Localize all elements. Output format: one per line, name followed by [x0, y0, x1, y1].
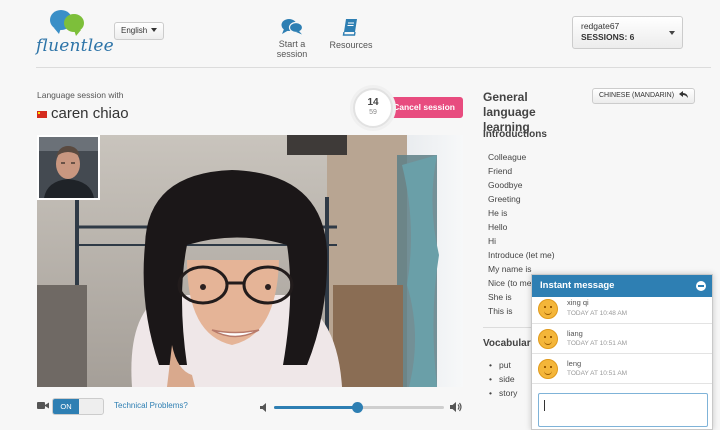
lesson-language-button[interactable]: CHINESE (MANDARIN)	[592, 88, 696, 104]
list-item[interactable]: put	[489, 358, 517, 372]
instant-message-panel: Instant message xing qi TODAY AT 10:48 A…	[531, 274, 713, 430]
message-item: leng TODAY AT 10:51 AM	[532, 354, 712, 384]
logo-bubble-green	[64, 14, 84, 36]
message-list[interactable]: xing qi TODAY AT 10:48 AM liang TODAY AT…	[532, 297, 712, 389]
nav-resources[interactable]: Resources	[328, 18, 374, 50]
message-time: TODAY AT 10:51 AM	[567, 370, 628, 377]
camera-toggle-on: ON	[53, 399, 79, 414]
message-time: TODAY AT 10:51 AM	[567, 340, 628, 347]
volume-fill	[274, 406, 358, 409]
language-selector[interactable]: English	[114, 22, 165, 40]
message-time: TODAY AT 10:48 AM	[567, 310, 628, 317]
self-video-frame	[39, 137, 98, 198]
list-item[interactable]: story	[489, 386, 517, 400]
list-item[interactable]: Colleague	[488, 150, 555, 164]
session-timer: 14 59	[353, 88, 393, 128]
nav-start-session-label: Start a session	[276, 39, 308, 59]
nav-resources-label: Resources	[329, 40, 373, 50]
list-item[interactable]: Hello	[488, 220, 555, 234]
list-item[interactable]: side	[489, 372, 517, 386]
message-item: liang TODAY AT 10:51 AM	[532, 324, 712, 354]
header: fluentlee English Start a session Resour…	[0, 0, 720, 68]
message-sender: leng	[567, 359, 582, 368]
volume-slider-handle[interactable]	[352, 402, 364, 413]
username: redgate67	[581, 21, 620, 31]
list-item[interactable]: Friend	[488, 164, 555, 178]
technical-problems-link[interactable]: Technical Problems?	[114, 401, 188, 410]
language-selector-label: English	[121, 26, 148, 35]
fluentlee-logo[interactable]: fluentlee	[36, 8, 114, 58]
list-item[interactable]: Goodbye	[488, 178, 555, 192]
partner-name: caren chiao	[51, 105, 129, 122]
timer-minutes: 14	[367, 97, 379, 108]
volume-high-icon[interactable]	[450, 401, 463, 413]
header-divider	[36, 67, 711, 68]
vocabulary-heading: Vocabulary	[483, 338, 537, 349]
caret-down-icon	[151, 28, 158, 32]
self-video-preview	[37, 135, 100, 200]
smiley-avatar-icon	[538, 299, 558, 319]
reply-arrow-icon	[679, 91, 689, 98]
user-menu[interactable]: redgate67 SESSIONS: 6	[572, 16, 683, 49]
logo-wordmark: fluentlee	[36, 36, 114, 56]
sessions-count: SESSIONS: 6	[581, 32, 635, 42]
introductions-heading: Introductions	[483, 129, 547, 140]
smiley-avatar-icon	[538, 359, 558, 379]
list-item[interactable]: Introduce (let me)	[488, 248, 555, 262]
volume-slider[interactable]	[274, 402, 444, 413]
book-icon	[342, 19, 357, 36]
message-sender: xing qi	[567, 298, 589, 307]
list-item[interactable]: Greeting	[488, 192, 555, 206]
message-sender: liang	[567, 329, 583, 338]
vocabulary-list: put side story	[489, 358, 517, 400]
lesson-language-label: CHINESE (MANDARIN)	[599, 92, 675, 99]
minimize-icon[interactable]	[696, 281, 706, 291]
camera-toggle[interactable]: ON	[52, 398, 104, 415]
video-camera-icon[interactable]	[37, 401, 49, 410]
partner-video-frame	[37, 135, 463, 387]
volume-low-icon[interactable]	[260, 403, 269, 412]
timer-seconds: 59	[369, 109, 377, 116]
message-item: xing qi TODAY AT 10:48 AM	[532, 297, 712, 324]
smiley-avatar-icon	[538, 329, 558, 349]
china-flag-icon	[37, 111, 47, 118]
session-with-label: Language session with	[37, 90, 124, 100]
chat-bubbles-icon	[281, 19, 303, 35]
instant-message-title: Instant message	[540, 280, 615, 291]
nav-start-session[interactable]: Start a session	[263, 18, 321, 59]
text-cursor	[544, 400, 545, 411]
list-item[interactable]: He is	[488, 206, 555, 220]
caret-down-icon	[669, 31, 675, 35]
partner-video	[37, 135, 463, 387]
list-item[interactable]: Hi	[488, 234, 555, 248]
message-input[interactable]	[538, 393, 708, 427]
instant-message-header[interactable]: Instant message	[532, 275, 712, 297]
